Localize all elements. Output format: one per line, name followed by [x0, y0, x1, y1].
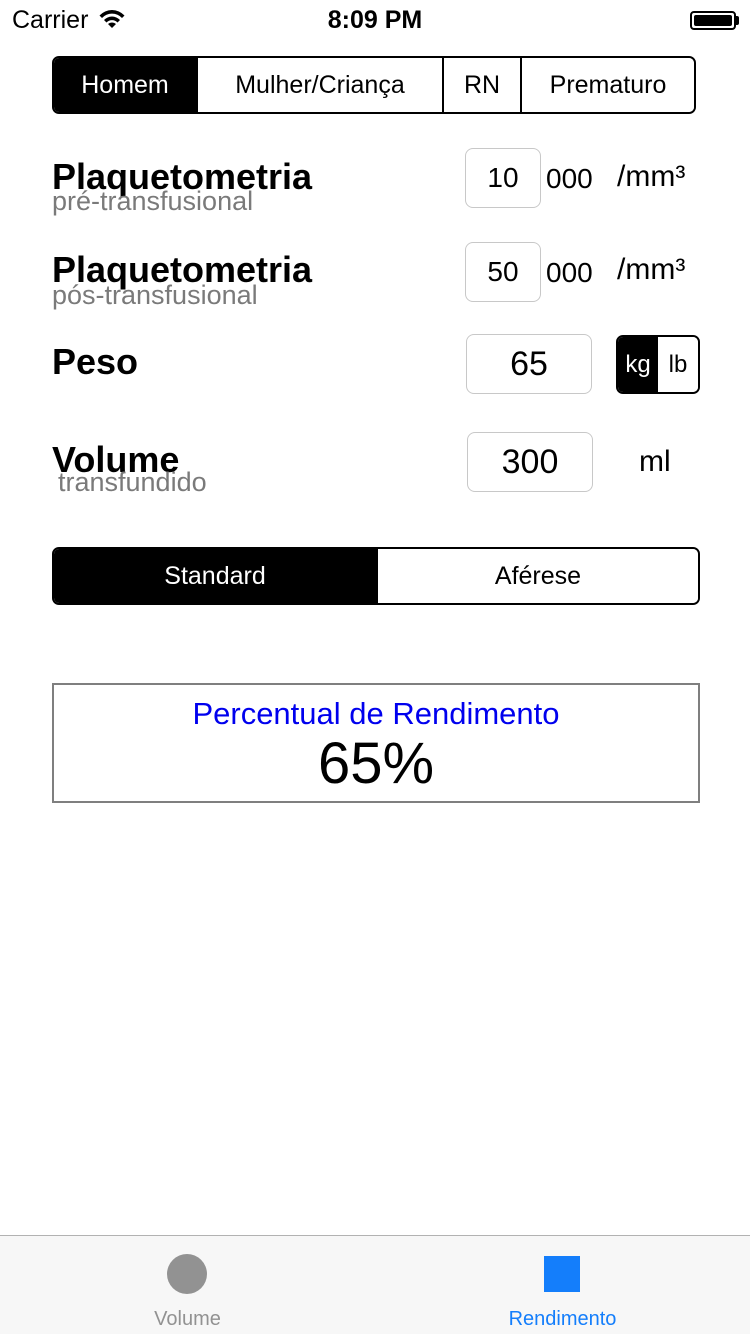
battery-tip [736, 16, 739, 25]
tab-bar: Volume Rendimento [0, 1235, 750, 1334]
segment-prematuro[interactable]: Prematuro [520, 58, 694, 112]
pre-platelet-sublabel: pré-transfusional [52, 186, 254, 216]
patient-type-segmented-control[interactable]: Homem Mulher/Criança RN Prematuro [52, 56, 696, 114]
segment-standard[interactable]: Standard [54, 549, 376, 603]
circle-icon [167, 1254, 207, 1294]
result-box: Percentual de Rendimento 65% [52, 683, 700, 803]
segment-aferese[interactable]: Aférese [376, 549, 698, 603]
volume-unit: ml [639, 445, 671, 478]
post-platelet-unit: /mm³ [617, 253, 686, 286]
post-platelet-sublabel: pós-transfusional [52, 280, 258, 310]
platelet-type-segmented-control[interactable]: Standard Aférese [52, 547, 700, 605]
segment-kg[interactable]: kg [618, 337, 658, 392]
weight-label: Peso [52, 341, 139, 382]
weight-unit-segmented-control[interactable]: kg lb [616, 335, 700, 394]
weight-input[interactable]: 65 [466, 334, 592, 394]
post-platelet-input[interactable]: 50 [465, 242, 541, 302]
pre-platelet-input[interactable]: 10 [465, 148, 541, 208]
segment-rn[interactable]: RN [442, 58, 520, 112]
tab-rendimento-label: Rendimento [508, 1308, 617, 1330]
tab-volume-label: Volume [154, 1308, 221, 1330]
status-time: 8:09 PM [327, 6, 423, 34]
battery-icon [690, 11, 736, 30]
tab-rendimento[interactable]: Rendimento [375, 1236, 750, 1335]
segment-lb[interactable]: lb [658, 337, 698, 392]
pre-platelet-unit: /mm³ [617, 160, 686, 193]
volume-sublabel: transfundido [58, 467, 207, 497]
square-icon [544, 1256, 580, 1292]
segment-homem[interactable]: Homem [54, 58, 196, 112]
post-platelet-suffix: 000 [546, 257, 593, 288]
result-value: 65% [317, 731, 435, 796]
volume-input[interactable]: 300 [467, 432, 593, 492]
tab-volume[interactable]: Volume [0, 1236, 375, 1335]
pre-platelet-suffix: 000 [546, 163, 593, 194]
segment-mulher-crianca[interactable]: Mulher/Criança [196, 58, 442, 112]
result-title: Percentual de Rendimento [192, 696, 560, 731]
